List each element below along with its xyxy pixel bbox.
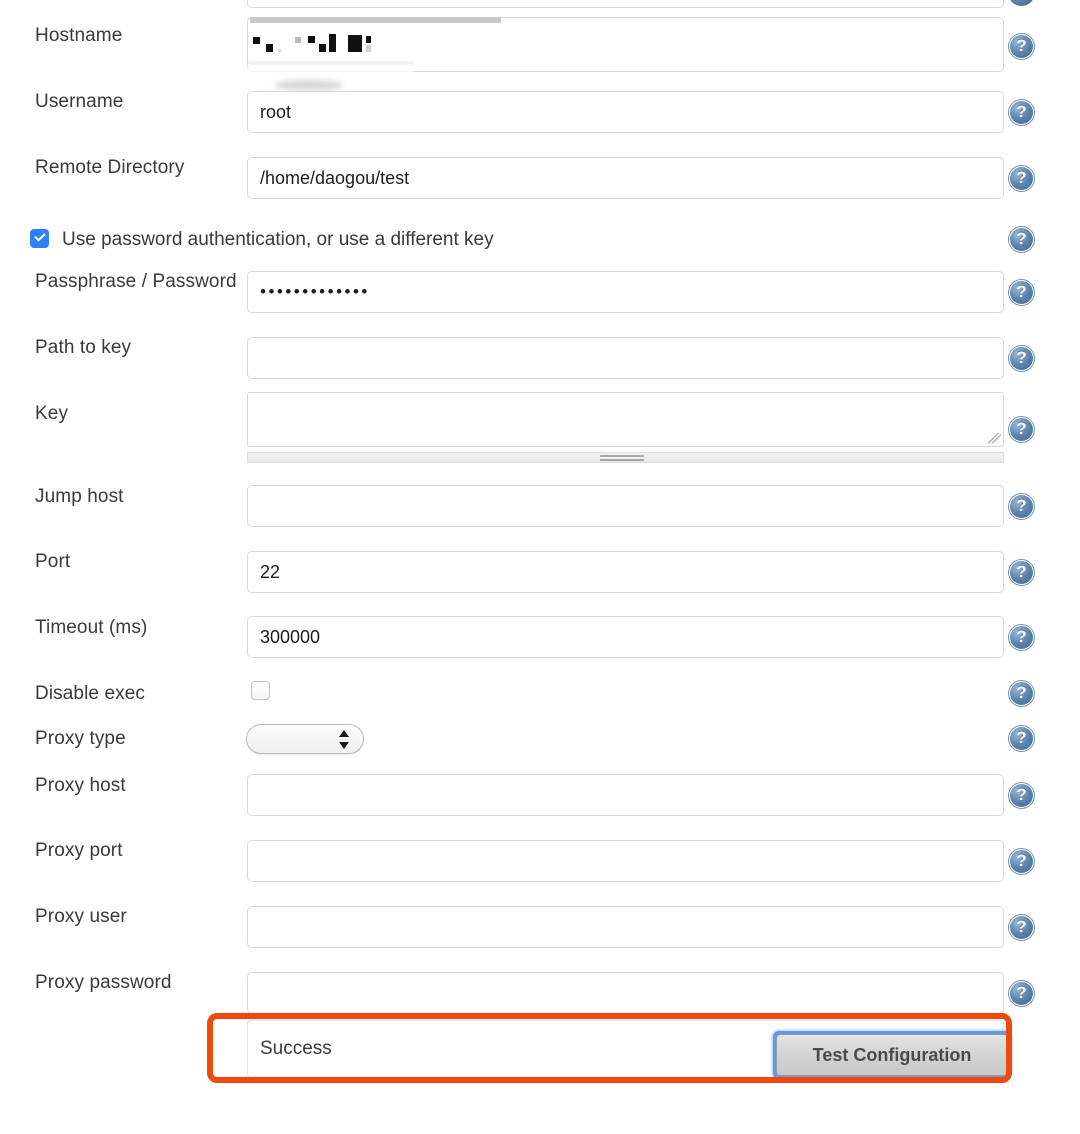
help-icon[interactable]: ? bbox=[1009, 494, 1034, 519]
help-icon[interactable]: ? bbox=[1009, 981, 1034, 1006]
status-text: Success bbox=[260, 1021, 332, 1077]
checkbox-use-password-auth[interactable] bbox=[30, 229, 49, 248]
help-icon[interactable]: ? bbox=[1009, 849, 1034, 874]
field-above-hostname[interactable] bbox=[247, 0, 1004, 8]
input-path-to-key[interactable] bbox=[247, 337, 1004, 379]
checkbox-disable-exec[interactable] bbox=[251, 681, 270, 700]
input-proxy-user[interactable] bbox=[247, 906, 1004, 948]
redaction-bar bbox=[250, 17, 501, 23]
label-use-password-auth: Use password authentication, or use a di… bbox=[62, 229, 494, 251]
label-proxy-type: Proxy type bbox=[35, 728, 126, 750]
input-jump-host[interactable] bbox=[247, 485, 1004, 527]
scrollbar-grip[interactable] bbox=[600, 455, 644, 461]
help-icon[interactable]: ? bbox=[1009, 100, 1034, 125]
help-icon[interactable]: ? bbox=[1009, 915, 1034, 940]
horizontal-scrollbar[interactable] bbox=[247, 452, 1004, 463]
label-disable-exec: Disable exec bbox=[35, 683, 145, 705]
label-passphrase: Passphrase / Password bbox=[35, 271, 237, 293]
test-configuration-focus-ring: Test Configuration bbox=[773, 1031, 1011, 1079]
input-timeout[interactable]: 300000 bbox=[247, 616, 1004, 658]
resize-handle-icon[interactable] bbox=[987, 431, 1001, 445]
redaction-smudge bbox=[275, 80, 343, 90]
label-remote-directory: Remote Directory bbox=[35, 157, 184, 179]
help-icon[interactable]: ? bbox=[1009, 560, 1034, 585]
input-port[interactable]: 22 bbox=[247, 551, 1004, 593]
textarea-key[interactable] bbox=[247, 392, 1004, 447]
label-port: Port bbox=[35, 551, 70, 573]
help-icon[interactable]: ? bbox=[1009, 783, 1034, 808]
label-proxy-port: Proxy port bbox=[35, 840, 123, 862]
label-proxy-host: Proxy host bbox=[35, 775, 126, 797]
help-icon[interactable]: ? bbox=[1009, 625, 1034, 650]
input-proxy-password[interactable] bbox=[247, 972, 1004, 1014]
help-icon[interactable]: ? bbox=[1009, 346, 1034, 371]
label-path-to-key: Path to key bbox=[35, 337, 131, 359]
input-proxy-host[interactable] bbox=[247, 774, 1004, 816]
help-icon[interactable]: ? bbox=[1009, 280, 1034, 305]
select-proxy-type[interactable] bbox=[246, 724, 364, 754]
stepper-arrows-icon[interactable] bbox=[339, 729, 351, 751]
help-icon[interactable]: ? bbox=[1009, 227, 1034, 252]
input-remote-directory[interactable]: /home/daogou/test bbox=[247, 157, 1004, 199]
label-key: Key bbox=[35, 403, 68, 425]
help-icon[interactable]: ? bbox=[1009, 681, 1034, 706]
help-icon[interactable]: ? bbox=[1009, 726, 1034, 751]
test-configuration-button[interactable]: Test Configuration bbox=[776, 1034, 1008, 1076]
label-timeout: Timeout (ms) bbox=[35, 617, 147, 639]
redacted-hostname-value bbox=[253, 33, 403, 55]
help-icon[interactable]: ? bbox=[1009, 166, 1034, 191]
label-proxy-user: Proxy user bbox=[35, 906, 127, 928]
input-username[interactable]: root bbox=[247, 91, 1004, 133]
label-username: Username bbox=[35, 91, 123, 113]
remote-host-config-form: Hostname ? Username root ? Remote Direct… bbox=[0, 0, 1080, 1134]
label-hostname: Hostname bbox=[35, 25, 122, 47]
input-proxy-port[interactable] bbox=[247, 840, 1004, 882]
input-passphrase[interactable]: ••••••••••••• bbox=[247, 271, 1004, 313]
help-icon[interactable] bbox=[1009, 0, 1034, 6]
label-proxy-password: Proxy password bbox=[35, 972, 172, 994]
redaction-smudge bbox=[248, 62, 413, 72]
label-jump-host: Jump host bbox=[35, 486, 124, 508]
help-icon[interactable]: ? bbox=[1009, 34, 1034, 59]
help-icon[interactable]: ? bbox=[1009, 417, 1034, 442]
